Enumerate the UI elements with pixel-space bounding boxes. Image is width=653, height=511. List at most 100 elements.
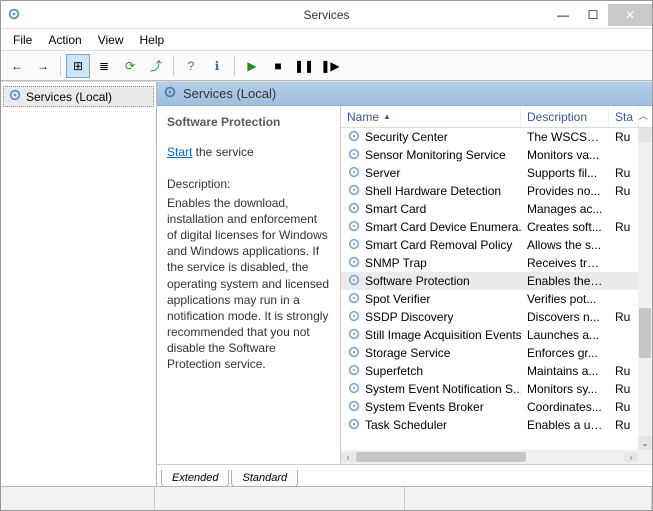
service-name-cell: Spot Verifier [341,291,521,308]
service-status-cell: Ru [609,382,639,396]
scroll-down-button[interactable]: ⌄ [638,436,652,450]
scroll-right-button[interactable]: › [624,453,638,462]
service-row[interactable]: Shell Hardware DetectionProvides no...Ru [341,182,652,200]
service-desc-cell: Monitors sy... [521,382,609,396]
service-name-cell: Sensor Monitoring Service [341,147,521,164]
tree-node-services-local[interactable]: Services (Local) [3,86,154,107]
window-controls: — ☐ ✕ [548,4,652,26]
pause-icon: ❚❚ [294,59,314,73]
about-button[interactable]: ℹ [205,54,229,78]
refresh-icon: ⟳ [125,59,135,73]
service-row[interactable]: Software ProtectionEnables the ... [341,272,652,290]
gear-icon [347,363,361,380]
service-status-cell: Ru [609,220,639,234]
horizontal-scroll-thumb[interactable] [356,452,526,462]
start-service-link[interactable]: Start [167,145,192,159]
service-row[interactable]: Still Image Acquisition EventsLaunches a… [341,326,652,344]
restart-service-button[interactable]: ❚▶ [318,54,342,78]
stop-service-button[interactable]: ■ [266,54,290,78]
service-status-cell: Ru [609,184,639,198]
start-service-button[interactable]: ▶ [240,54,264,78]
close-button[interactable]: ✕ [608,4,652,26]
scroll-left-button[interactable]: ‹ [341,453,355,462]
service-name-text: Spot Verifier [365,292,430,306]
column-header-name[interactable]: Name ▲ [341,106,521,127]
titlebar: Services — ☐ ✕ [1,1,652,29]
menu-file[interactable]: File [5,31,40,49]
description-label: Description: [167,176,330,192]
gear-icon [8,88,22,105]
service-name-text: Security Center [365,130,448,144]
service-desc-cell: Discovers n... [521,310,609,324]
service-row[interactable]: Task SchedulerEnables a us...Ru [341,416,652,434]
menu-help[interactable]: Help [132,31,173,49]
service-desc-cell: Enables a us... [521,418,609,432]
gear-icon [347,201,361,218]
tab-standard[interactable]: Standard [231,470,298,487]
service-row[interactable]: System Events BrokerCoordinates...Ru [341,398,652,416]
service-row[interactable]: SuperfetchMaintains a...Ru [341,362,652,380]
column-header-status[interactable]: Sta [609,106,639,127]
column-header-description[interactable]: Description [521,106,609,127]
pause-service-button[interactable]: ❚❚ [292,54,316,78]
forward-button[interactable]: → [31,54,55,78]
service-row[interactable]: ServerSupports fil...Ru [341,164,652,182]
list-header: Name ▲ Description Sta ︿ [341,106,652,128]
list-body[interactable]: Security CenterThe WSCSV...RuSensor Moni… [341,128,652,464]
service-row[interactable]: Smart Card Device Enumera...Creates soft… [341,218,652,236]
service-name-text: System Events Broker [365,400,484,414]
properties-button[interactable]: ≣ [92,54,116,78]
export-list-button[interactable]: ⤴ [144,54,168,78]
service-name-cell: Task Scheduler [341,417,521,434]
service-name-text: Superfetch [365,364,423,378]
sort-asc-icon: ▲ [383,112,391,121]
help-button[interactable]: ? [179,54,203,78]
service-name-text: SNMP Trap [365,256,427,270]
vertical-scrollbar[interactable]: ⌄ [638,128,652,450]
tab-extended[interactable]: Extended [161,470,229,487]
service-name-text: Smart Card Device Enumera... [365,220,521,234]
pane-header: Services (Local) [157,82,652,106]
service-row[interactable]: Sensor Monitoring ServiceMonitors va... [341,146,652,164]
service-name-cell: Software Protection [341,273,521,290]
service-name-cell: Superfetch [341,363,521,380]
service-desc-cell: Enables the ... [521,274,609,288]
refresh-button[interactable]: ⟳ [118,54,142,78]
minimize-button[interactable]: — [548,4,578,26]
right-pane: Services (Local) Software Protection Sta… [157,82,652,486]
service-name-text: Smart Card [365,202,426,216]
service-row[interactable]: SSDP DiscoveryDiscovers n...Ru [341,308,652,326]
show-hide-tree-button[interactable]: ⊞ [66,54,90,78]
service-name-cell: SSDP Discovery [341,309,521,326]
service-name-cell: Smart Card Removal Policy [341,237,521,254]
service-name-text: SSDP Discovery [365,310,453,324]
selected-service-name: Software Protection [167,114,330,130]
vertical-scroll-thumb[interactable] [639,308,651,358]
menu-view[interactable]: View [90,31,132,49]
arrow-left-icon: ← [11,59,23,73]
scroll-corner [638,450,652,464]
service-row[interactable]: Spot Verifier Verifies pot... [341,290,652,308]
gear-icon [347,129,361,146]
service-row[interactable]: Smart CardManages ac... [341,200,652,218]
menu-action[interactable]: Action [40,31,89,49]
horizontal-scrollbar[interactable]: ‹ › [341,450,638,464]
col-name-label: Name [347,110,379,124]
service-desc-cell: Verifies pot... [521,292,609,306]
back-button[interactable]: ← [5,54,29,78]
scroll-up-button[interactable] [638,128,652,142]
service-row[interactable]: System Event Notification S...Monitors s… [341,380,652,398]
service-row[interactable]: SNMP TrapReceives tra... [341,254,652,272]
service-name-cell: Still Image Acquisition Events [341,327,521,344]
service-row[interactable]: Smart Card Removal PolicyAllows the s... [341,236,652,254]
service-name-cell: Smart Card Device Enumera... [341,219,521,236]
service-status-cell: Ru [609,364,639,378]
stop-icon: ■ [274,59,281,73]
service-name-cell: System Events Broker [341,399,521,416]
service-row[interactable]: Security CenterThe WSCSV...Ru [341,128,652,146]
play-icon: ▶ [247,59,256,73]
service-desc-cell: Enforces gr... [521,346,609,360]
service-name-text: Still Image Acquisition Events [365,328,521,342]
maximize-button[interactable]: ☐ [578,4,608,26]
service-row[interactable]: Storage ServiceEnforces gr... [341,344,652,362]
